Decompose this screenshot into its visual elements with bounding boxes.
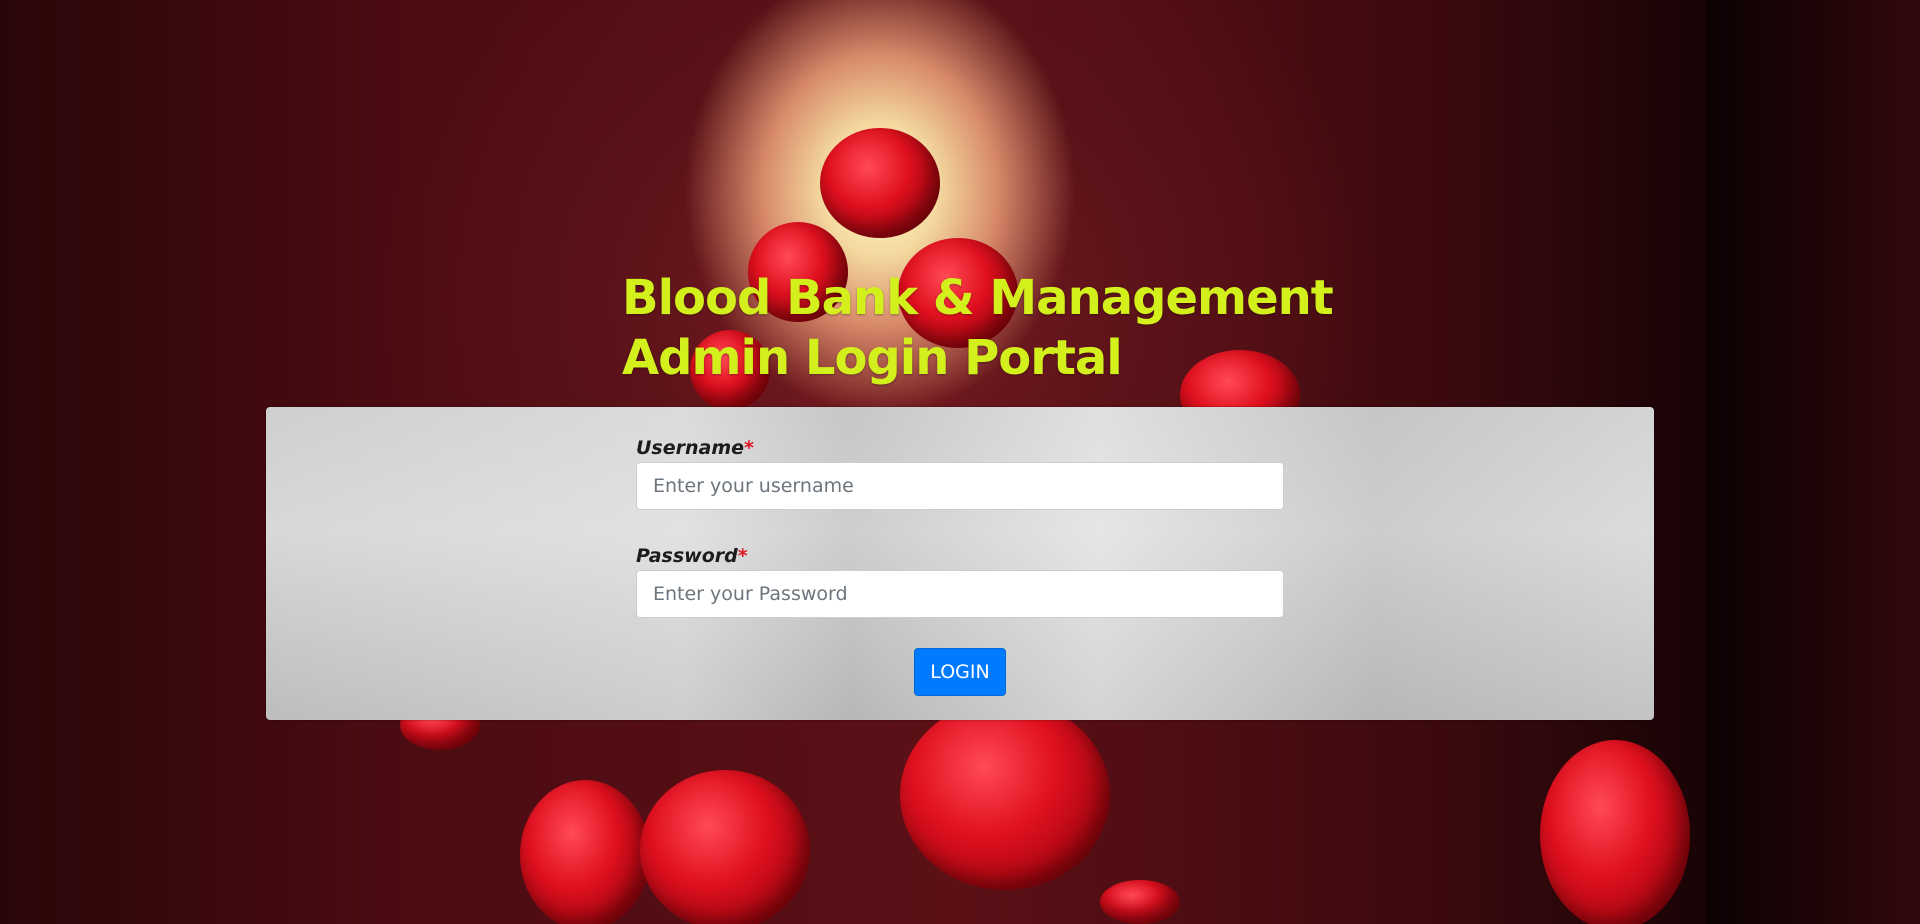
button-row: LOGIN [636,648,1284,696]
username-group: Username* [636,434,1284,510]
login-button[interactable]: LOGIN [914,648,1006,696]
username-label-text: Username [636,437,745,459]
page-title-line-1: Blood Bank & Management [622,270,1334,326]
page-title-line-2: Admin Login Portal [622,330,1123,386]
password-input[interactable] [636,570,1284,618]
blood-cell [640,770,810,924]
blood-cell [1540,740,1690,924]
password-label: Password* [636,542,1284,570]
page-title: Blood Bank & Management Admin Login Port… [622,268,1334,388]
blood-cell [820,128,940,238]
username-input[interactable] [636,462,1284,510]
password-label-text: Password [636,545,738,567]
username-label: Username* [636,434,1284,462]
blood-cell [520,780,650,924]
required-mark: * [737,545,748,567]
required-mark: * [744,437,754,459]
login-form: Username* Password* LOGIN [636,434,1284,696]
blood-cell [900,700,1110,890]
blood-cell [1100,880,1180,924]
background-shade [1706,0,1920,924]
password-group: Password* [636,542,1284,618]
